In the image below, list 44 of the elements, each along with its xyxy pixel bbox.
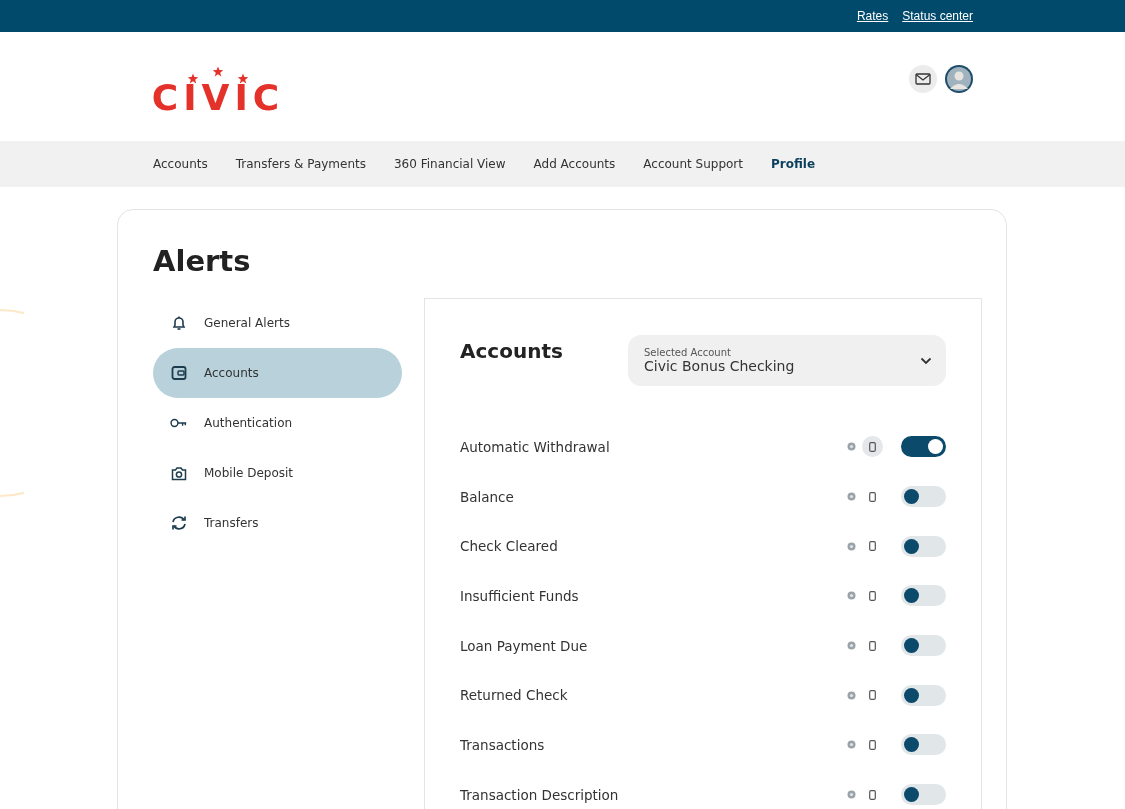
nav-tab[interactable]: 360 Financial View (394, 157, 506, 171)
toggle-switch[interactable] (901, 734, 946, 756)
toggle-switch[interactable] (901, 585, 946, 607)
toggle-switch[interactable] (901, 635, 946, 657)
nav-tab[interactable]: Add Accounts (533, 157, 616, 171)
alert-label: Returned Check (460, 687, 568, 704)
top-link[interactable]: Status center (902, 9, 973, 23)
sidebar-item[interactable]: Transfers (153, 498, 402, 548)
sync-icon (170, 515, 188, 531)
nav-tab[interactable]: Accounts (153, 157, 208, 171)
chevron-down-icon (920, 356, 932, 365)
avatar-icon[interactable] (945, 64, 973, 93)
bell-icon (170, 315, 188, 331)
toggle-switch[interactable] (901, 784, 946, 806)
toggle-switch[interactable] (901, 684, 946, 706)
sidebar-item[interactable]: General Alerts (153, 298, 402, 348)
alert-label: Balance (460, 488, 514, 505)
alert-label: Insufficient Funds (460, 587, 579, 604)
toggle-switch[interactable] (901, 535, 946, 557)
alert-label: Loan Payment Due (460, 637, 588, 654)
key-icon (170, 416, 188, 430)
alert-label: Automatic Withdrawal (460, 438, 610, 455)
sidebar-item[interactable]: Authentication (153, 398, 402, 448)
select-label: Selected Account (644, 347, 732, 358)
account-select[interactable]: Selected Account Civic Bonus Checking (628, 335, 946, 386)
panel-title: Accounts (460, 339, 563, 363)
toggle-switch[interactable] (901, 486, 946, 508)
top-link[interactable]: Rates (856, 9, 889, 23)
nav-tab[interactable]: Transfers & Payments (235, 157, 366, 171)
wallet-icon (170, 365, 188, 381)
sidebar-item[interactable]: Accounts (153, 348, 402, 398)
page-title: Alerts (153, 244, 252, 278)
alert-label: Transactions (460, 736, 545, 753)
select-value: Civic Bonus Checking (644, 358, 795, 374)
nav-tab[interactable]: Account Support (643, 157, 743, 171)
alert-label: Transaction Description (460, 786, 619, 803)
phone-icon[interactable] (862, 436, 883, 458)
logo[interactable]: CIVIC (151, 79, 285, 116)
nav-tab[interactable]: Profile (771, 157, 816, 171)
camera-icon (170, 465, 188, 481)
mail-icon[interactable] (909, 64, 937, 93)
sidebar-item[interactable]: Mobile Deposit (153, 448, 402, 498)
toggle-switch[interactable] (901, 436, 946, 458)
alert-label: Check Cleared (460, 538, 558, 555)
